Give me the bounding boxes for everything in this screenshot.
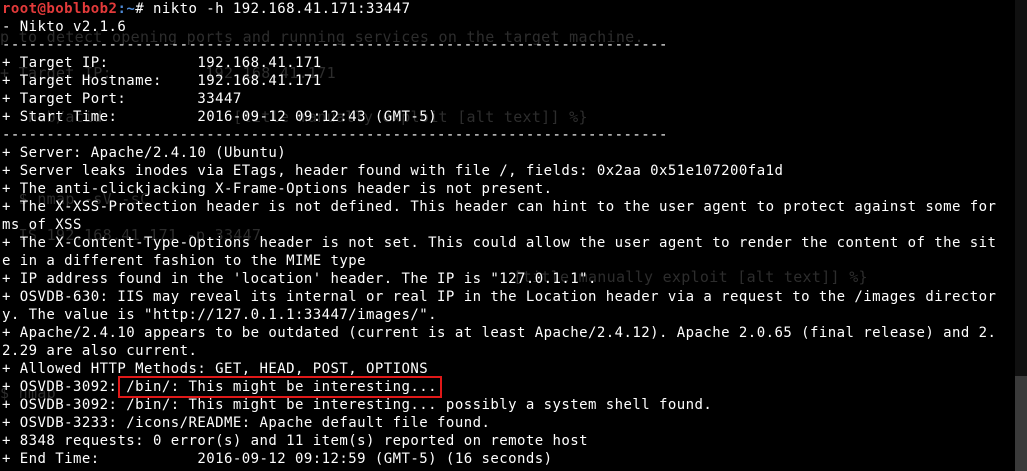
output-line: - Nikto v2.1.6 [2, 19, 127, 35]
output-line: + The anti-clickjacking X-Frame-Options … [2, 181, 553, 197]
output-line: + The X-Content-Type-Options header is n… [2, 235, 997, 251]
prompt-user-host: root@boblbob2 [2, 1, 118, 17]
output-line: + The X-XSS-Protection header is not def… [2, 199, 997, 215]
command-prompt-line: root@boblbob2:~# nikto -h 192.168.41.171… [2, 0, 1014, 18]
output-line: + IP address found in the 'location' hea… [2, 271, 597, 287]
output-line: + OSVDB-3092: /bin/: This might be inter… [2, 397, 713, 413]
separator-line: ----------------------------------------… [2, 127, 668, 143]
prompt-command: nikto -h 192.168.41.171:33447 [144, 1, 411, 17]
prompt-path: :~ [117, 1, 136, 17]
output-line: + Target IP: 192.168.41.171 [2, 55, 322, 71]
output-line: + Start Time: 2016-09-12 09:12:43 (GMT-5… [2, 109, 438, 125]
prompt-symbol: # [135, 1, 145, 17]
terminal-window[interactable]: p to detect opening ports and running se… [0, 0, 1027, 471]
output-line: + End Time: 2016-09-12 09:12:59 (GMT-5) … [2, 451, 553, 467]
output-line: + OSVDB-630: IIS may reveal its internal… [2, 289, 997, 305]
output-line: ms of XSS [2, 217, 82, 233]
output-line: y. The value is "http://127.0.1.1:33447/… [2, 307, 438, 323]
output-line: 2.29 are also current. [2, 343, 198, 359]
output-line: + Server leaks inodes via ETags, header … [2, 163, 784, 179]
vertical-scrollbar[interactable] [1015, 0, 1027, 471]
red-highlight-box [118, 376, 442, 398]
output-line: + Target Hostname: 192.168.41.171 [2, 73, 322, 89]
output-line: + 8348 requests: 0 error(s) and 11 item(… [2, 433, 588, 449]
output-line: e in a different fashion to the MIME typ… [2, 253, 367, 269]
output-line: + Target Port: 33447 [2, 91, 242, 107]
output-line: + Apache/2.4.10 appears to be outdated (… [2, 325, 997, 341]
separator-line: ----------------------------------------… [2, 37, 668, 53]
output-line: + OSVDB-3233: /icons/README: Apache defa… [2, 415, 491, 431]
output-line: + Server: Apache/2.4.10 (Ubuntu) [2, 145, 287, 161]
scrollbar-thumb[interactable] [1015, 376, 1027, 471]
